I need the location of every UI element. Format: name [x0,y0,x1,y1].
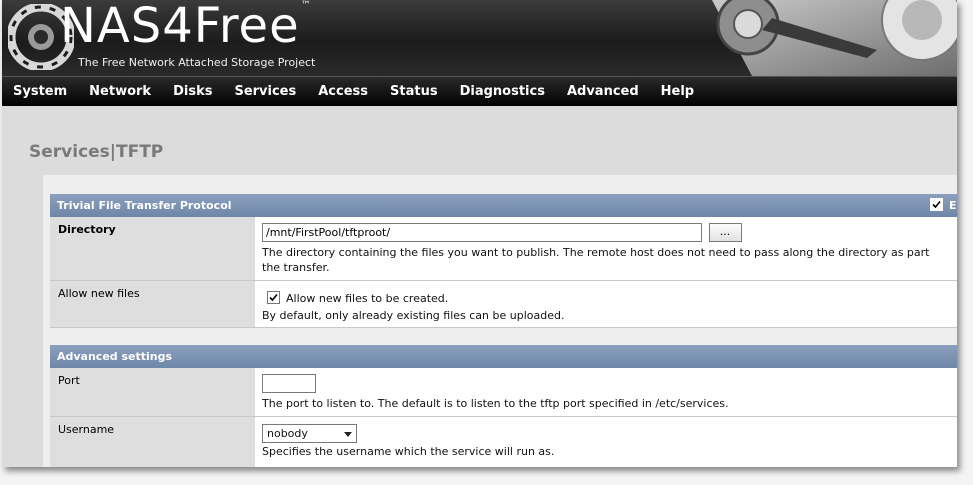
settings-panel: Trivial File Transfer Protocol En Direct… [43,175,957,467]
directory-input[interactable] [262,223,702,242]
directory-label: Directory [50,217,255,280]
nav-system[interactable]: System [2,77,78,107]
section-header-tftp: Trivial File Transfer Protocol En [50,194,957,217]
row-username: Username nobody Specifies the username w… [50,417,957,467]
username-value-cell: nobody Specifies the username which the … [255,417,957,467]
nav-services[interactable]: Services [223,77,307,107]
enable-checkbox[interactable] [930,198,943,211]
main-nav: System Network Disks Services Access Sta… [2,76,957,107]
checkmark-icon [269,293,278,302]
browser-content: NAS4Free™ The Free Network Attached Stor… [2,0,957,467]
section-header-advanced: Advanced settings [50,345,957,368]
directory-description-line1: The directory containing the files you w… [262,246,930,259]
row-port: Port The port to listen to. The default … [50,368,957,417]
allow-new-files-description: By default, only already existing files … [262,309,565,322]
port-input[interactable] [262,374,316,393]
section-title-advanced: Advanced settings [57,350,173,363]
site-header: NAS4Free™ The Free Network Attached Stor… [2,0,957,76]
allow-new-files-value-cell: Allow new files to be created. By defaul… [255,281,957,327]
nav-disks[interactable]: Disks [162,77,223,107]
port-value-cell: The port to listen to. The default is to… [255,368,957,416]
page-content: Services|TFTP Trivial File Transfer Prot… [2,106,957,467]
allow-new-files-checkbox-text: Allow new files to be created. [286,292,449,305]
nav-diagnostics[interactable]: Diagnostics [449,77,556,107]
dropdown-arrow-icon [344,432,352,437]
page-title: Services|TFTP [29,142,164,162]
tagline: The Free Network Attached Storage Projec… [78,56,316,69]
allow-new-files-label: Allow new files [50,281,255,327]
row-allow-new-files: Allow new files Allow new files to be cr… [50,281,957,328]
allow-new-files-checkbox[interactable] [267,291,280,304]
username-description: Specifies the username which the service… [262,445,555,458]
nav-network[interactable]: Network [78,77,162,107]
nav-access[interactable]: Access [307,77,379,107]
row-directory: Directory ... The directory containing t… [50,217,957,281]
enable-toggle[interactable]: En [930,194,957,217]
section-title-tftp: Trivial File Transfer Protocol [57,199,232,212]
port-label: Port [50,368,255,416]
hard-drive-illustration-icon [712,0,957,76]
directory-value-cell: ... The directory containing the files y… [255,217,957,280]
username-selected-value: nobody [267,427,308,440]
username-label: Username [50,417,255,467]
enable-label: En [949,199,957,212]
allow-new-files-option[interactable]: Allow new files to be created. [262,291,957,305]
directory-description-line2: the transfer. [262,261,330,274]
nav-status[interactable]: Status [379,77,449,107]
checkmark-icon [932,200,941,209]
brand-logo-text: NAS4Free™ [60,0,312,54]
browse-button[interactable]: ... [708,223,742,242]
username-select[interactable]: nobody [262,424,357,443]
port-description: The port to listen to. The default is to… [262,397,729,410]
nav-advanced[interactable]: Advanced [556,77,650,107]
nav-help[interactable]: Help [650,77,705,107]
